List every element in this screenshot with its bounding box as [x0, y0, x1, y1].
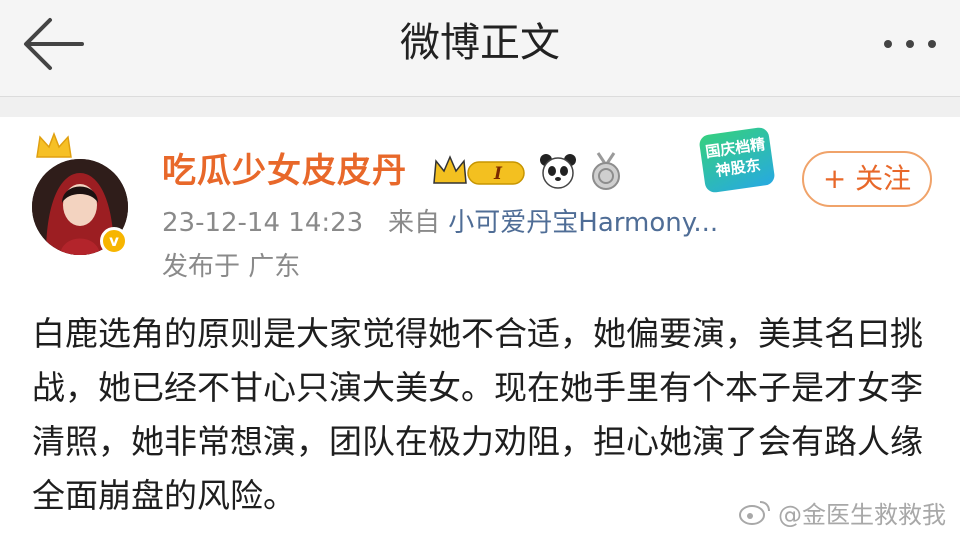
top-nav-bar: 微博正文: [0, 0, 960, 97]
medal-icon[interactable]: [588, 151, 624, 191]
post-meta: 23-12-14 14:23 来自 小可爱丹宝Harmony...: [162, 203, 718, 243]
panda-icon[interactable]: [538, 151, 578, 191]
post-card: v 吃瓜少女皮皮丹 I 国庆档精神股东 + 关注 23-12-14 14:23 …: [0, 117, 960, 533]
post-source-link[interactable]: 小可爱丹宝Harmony...: [448, 208, 718, 238]
page-title: 微博正文: [400, 20, 560, 66]
author-name[interactable]: 吃瓜少女皮皮丹: [162, 149, 407, 193]
watermark-text: @金医生救救我: [778, 500, 946, 529]
more-button[interactable]: [878, 24, 942, 64]
member-level-badge-icon[interactable]: I: [432, 153, 528, 189]
more-dots-icon: [884, 40, 936, 48]
author-avatar[interactable]: v: [32, 131, 132, 255]
section-divider: [0, 97, 960, 117]
level-badge-text: I: [493, 164, 503, 184]
follow-button[interactable]: + 关注: [802, 151, 932, 207]
author-badges: I: [432, 151, 624, 191]
post-location: 发布于 广东: [162, 252, 301, 282]
watermark: @金医生救救我: [738, 494, 946, 530]
post-text: 白鹿选角的原则是大家觉得她不合适，她偏要演，美其名曰挑战，她已经不甘心只演大美女…: [32, 314, 923, 515]
source-prefix: 来自: [388, 208, 441, 238]
weibo-logo-icon: [739, 501, 770, 525]
promo-label: 国庆档精神股东: [698, 126, 776, 194]
verified-badge-icon: v: [100, 227, 128, 255]
post-timestamp: 23-12-14 14:23: [162, 208, 364, 238]
crown-icon: [36, 131, 72, 158]
